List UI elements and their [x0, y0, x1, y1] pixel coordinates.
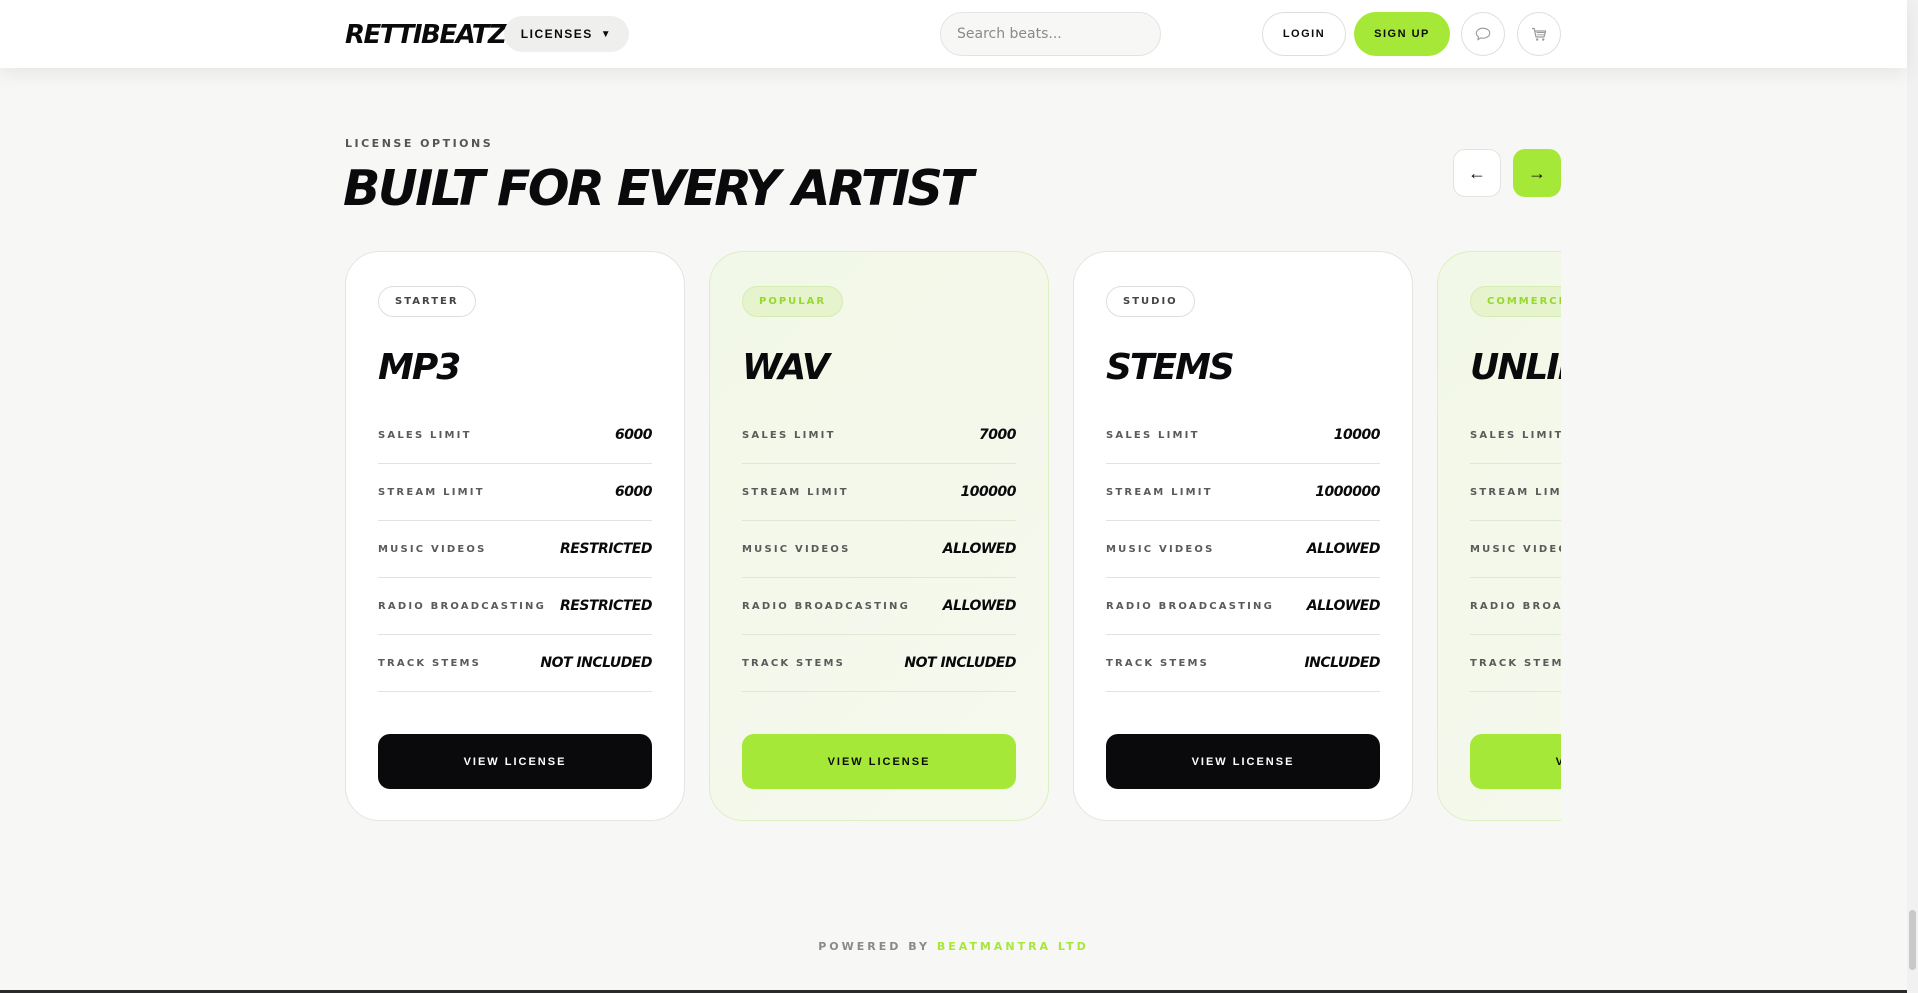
- spec-value: 10000: [1333, 427, 1381, 443]
- spec-row: STREAM LIMIT 100000: [742, 464, 1017, 521]
- spec-row: TRACK STEMS: [1470, 635, 1561, 692]
- license-specs: SALES LIMIT 7000 STREAM LIMIT 100000 MUSIC…: [742, 407, 1017, 692]
- spec-value: NOT INCLUDED: [540, 655, 652, 671]
- license-name: WAV: [742, 347, 830, 388]
- prev-arrow-button[interactable]: ←: [1453, 149, 1501, 197]
- spec-label: MUSIC VIDEOS: [1106, 543, 1215, 555]
- spec-row: MUSIC VIDEOS ALLOWED: [742, 521, 1017, 578]
- view-license-button[interactable]: VIEW LICENSE: [742, 734, 1016, 789]
- spec-label: RADIO BROADCASTING: [1106, 600, 1275, 612]
- page-title: BUILT FOR EVERY ARTIST: [343, 160, 974, 217]
- view-license-button[interactable]: VIEW LICENSE: [378, 734, 652, 789]
- spec-label: TRACK STEMS: [1106, 657, 1210, 669]
- spec-row: SALES LIMIT 7000: [742, 407, 1016, 464]
- spec-row: MUSIC VIDEOS ALLOWED: [1106, 521, 1381, 578]
- spec-row: STREAM LIMIT: [1470, 464, 1561, 521]
- licenses-label: LICENSES: [520, 27, 593, 41]
- signup-button[interactable]: SIGN UP: [1354, 12, 1450, 56]
- spec-value: ALLOWED: [942, 541, 1017, 557]
- footer-brand-link[interactable]: BEATMANTRA LTD: [937, 940, 1089, 953]
- spec-row: SALES LIMIT 6000: [378, 407, 652, 464]
- license-specs: SALES LIMIT 6000 STREAM LIMIT 6000 MUSIC V…: [378, 407, 652, 692]
- spec-label: MUSIC VIDEOS: [742, 543, 851, 555]
- spec-label: TRACK STEMS: [378, 657, 482, 669]
- spec-label: MUSIC VIDEOS: [1470, 543, 1561, 555]
- spec-label: RADIO BROADCASTING: [742, 600, 911, 612]
- cart-button[interactable]: [1517, 12, 1561, 56]
- license-name: MP3: [378, 347, 461, 388]
- tier-badge: STUDIO: [1106, 286, 1195, 317]
- licenses-dropdown[interactable]: LICENSES ▼: [504, 16, 629, 52]
- spec-value: ALLOWED: [942, 598, 1017, 614]
- site-logo[interactable]: RETTIBEATZ: [345, 20, 507, 50]
- license-card-wav: POPULAR WAV SALES LIMIT 7000 STREAM LIMIT…: [709, 251, 1049, 821]
- spec-value: ALLOWED: [1306, 541, 1381, 557]
- spec-label: RADIO BROADCASTING: [378, 600, 547, 612]
- spec-value: INCLUDED: [1304, 655, 1380, 671]
- spec-row: TRACK STEMS INCLUDED: [1106, 635, 1380, 692]
- spec-value: 6000: [615, 427, 652, 443]
- license-name: STEMS: [1106, 347, 1235, 388]
- chevron-down-icon: ▼: [600, 28, 613, 40]
- spec-value: 1000000: [1315, 484, 1380, 500]
- license-card-unlimited: COMMERCIAL UNLIMITED SALES LIMIT STREAM …: [1437, 251, 1561, 821]
- spec-label: MUSIC VIDEOS: [378, 543, 487, 555]
- spec-label: STREAM LIMIT: [1106, 486, 1213, 498]
- spec-label: TRACK STEMS: [742, 657, 846, 669]
- spec-row: SALES LIMIT 10000: [1106, 407, 1381, 464]
- cart-icon: [1532, 27, 1547, 41]
- spec-value: NOT INCLUDED: [904, 655, 1016, 671]
- section-eyebrow: LICENSE OPTIONS: [345, 137, 494, 150]
- spec-value: RESTRICTED: [560, 598, 652, 614]
- tier-badge: STARTER: [378, 286, 476, 317]
- spec-row: MUSIC VIDEOS: [1470, 521, 1561, 578]
- spec-label: SALES LIMIT: [1470, 429, 1561, 441]
- spec-row: RADIO BROADCASTING: [1470, 578, 1561, 635]
- chat-bubble-icon: [1475, 27, 1491, 41]
- license-name: UNLIMITED: [1470, 347, 1561, 388]
- spec-label: TRACK STEMS: [1470, 657, 1561, 669]
- view-license-button[interactable]: VIEW LICENSE: [1106, 734, 1380, 789]
- login-button[interactable]: LOGIN: [1262, 12, 1346, 56]
- spec-row: RADIO BROADCASTING ALLOWED: [742, 578, 1017, 635]
- spec-label: SALES LIMIT: [378, 429, 472, 441]
- tier-badge: COMMERCIAL: [1470, 286, 1561, 317]
- vertical-scrollbar[interactable]: [1907, 0, 1918, 993]
- spec-row: STREAM LIMIT 6000: [378, 464, 652, 521]
- powered-by-label: POWERED BY: [818, 940, 931, 953]
- license-specs: SALES LIMIT STREAM LIMIT MUSIC VIDEOS RA…: [1470, 407, 1561, 692]
- spec-row: STREAM LIMIT 1000000: [1106, 464, 1380, 521]
- top-navbar: RETTIBEATZ LICENSES ▼ LOGIN SIGN UP: [0, 0, 1907, 68]
- spec-row: MUSIC VIDEOS RESTRICTED: [378, 521, 652, 578]
- spec-row: RADIO BROADCASTING ALLOWED: [1106, 578, 1381, 635]
- spec-label: STREAM LIMIT: [1470, 486, 1561, 498]
- spec-label: STREAM LIMIT: [742, 486, 849, 498]
- spec-value: RESTRICTED: [560, 541, 652, 557]
- spec-value: 6000: [615, 484, 652, 500]
- tier-badge: POPULAR: [742, 286, 844, 317]
- spec-label: SALES LIMIT: [1106, 429, 1200, 441]
- spec-value: 7000: [979, 427, 1016, 443]
- search-input[interactable]: [940, 12, 1161, 56]
- license-specs: SALES LIMIT 10000 STREAM LIMIT 1000000 MUS…: [1106, 407, 1381, 692]
- spec-label: RADIO BROADCASTING: [1470, 600, 1561, 612]
- footer-credit: POWERED BY BEATMANTRA LTD: [0, 940, 1907, 953]
- license-card-stems: STUDIO STEMS SALES LIMIT 10000 STREAM LIM…: [1073, 251, 1413, 821]
- license-card-mp3: STARTER MP3 SALES LIMIT 6000 STREAM LIMIT…: [345, 251, 685, 821]
- next-arrow-button[interactable]: →: [1513, 149, 1561, 197]
- spec-row: RADIO BROADCASTING RESTRICTED: [378, 578, 652, 635]
- spec-row: TRACK STEMS NOT INCLUDED: [378, 635, 652, 692]
- spec-value: ALLOWED: [1306, 598, 1381, 614]
- view-license-button[interactable]: VIEW LICENSE: [1470, 734, 1561, 789]
- spec-row: TRACK STEMS NOT INCLUDED: [742, 635, 1016, 692]
- spec-label: SALES LIMIT: [742, 429, 836, 441]
- spec-value: 100000: [960, 484, 1017, 500]
- license-carousel: STARTER MP3 SALES LIMIT 6000 STREAM LIMIT…: [345, 250, 1561, 822]
- spec-row: SALES LIMIT: [1470, 407, 1561, 464]
- chat-button[interactable]: [1461, 12, 1505, 56]
- scrollbar-thumb[interactable]: [1909, 910, 1916, 970]
- spec-label: STREAM LIMIT: [378, 486, 485, 498]
